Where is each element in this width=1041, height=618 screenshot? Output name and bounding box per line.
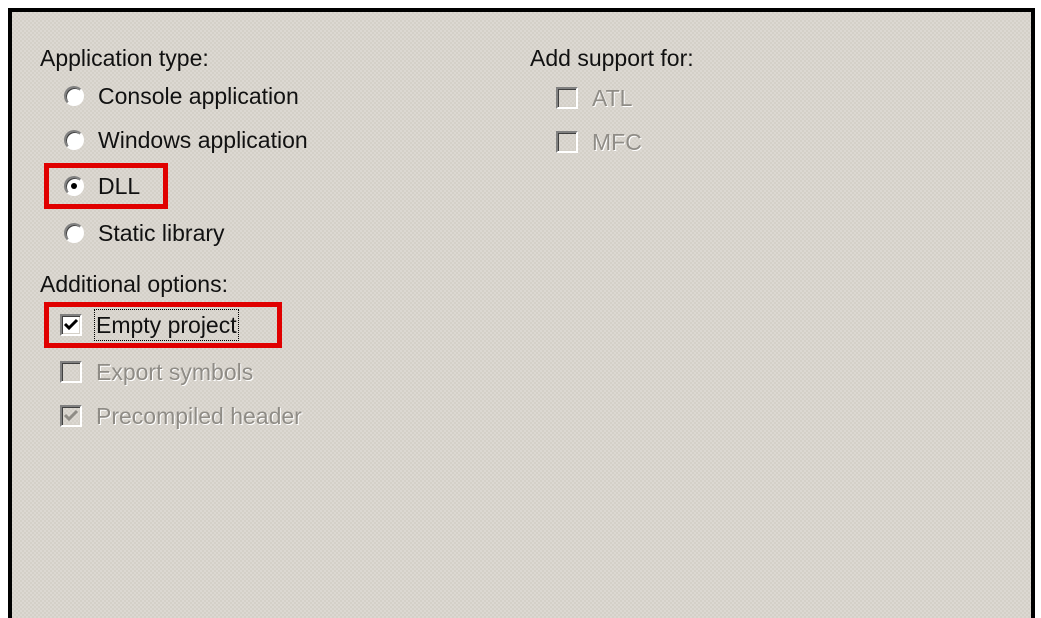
mfc-checkbox: MFC [556, 126, 642, 158]
checkbox-disabled-icon [556, 87, 578, 109]
dll-highlight-box [44, 163, 168, 209]
empty-project-highlight-box [44, 302, 282, 348]
checkbox-disabled-icon [556, 131, 578, 153]
mfc-label: MFC [592, 129, 642, 155]
static-library-radio[interactable]: Static library [64, 217, 225, 249]
checkbox-disabled-checked-icon [60, 405, 82, 427]
precompiled-header-label: Precompiled header [96, 403, 302, 429]
atl-checkbox: ATL [556, 82, 632, 114]
add-support-heading: Add support for: [530, 45, 694, 71]
additional-options-heading: Additional options: [40, 271, 228, 297]
checkbox-disabled-icon [60, 361, 82, 383]
dialog-panel: Application type: Console application Wi… [8, 8, 1035, 618]
atl-label: ATL [592, 85, 633, 111]
radio-circle-icon [64, 86, 84, 106]
console-application-radio[interactable]: Console application [64, 80, 299, 112]
windows-application-label: Windows application [98, 127, 308, 153]
export-symbols-checkbox: Export symbols [60, 356, 253, 388]
console-application-label: Console application [98, 83, 299, 109]
application-type-heading: Application type: [40, 45, 209, 71]
radio-circle-icon [64, 223, 84, 243]
precompiled-header-checkbox: Precompiled header [60, 400, 302, 432]
radio-circle-icon [64, 130, 84, 150]
export-symbols-label: Export symbols [96, 359, 254, 385]
static-library-label: Static library [98, 220, 225, 246]
windows-application-radio[interactable]: Windows application [64, 124, 308, 156]
